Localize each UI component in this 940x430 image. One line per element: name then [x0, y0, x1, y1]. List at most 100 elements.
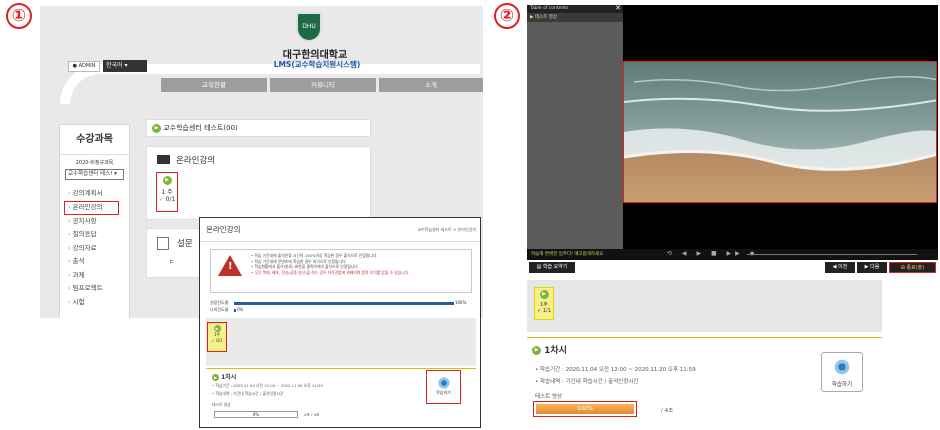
- sidebar-item-team-project[interactable]: 팀프로젝트: [60, 282, 129, 296]
- table-of-contents: Table of contents ✕ ▶ 테스트 영상: [527, 4, 623, 260]
- notice-text: 학습현황에서 출석(완료) 버튼을 클릭하여야 출석으로 인정됩니다.: [254, 264, 359, 270]
- week-box[interactable]: ▶ 1주 ✓ 1/1: [534, 287, 554, 320]
- notice-list: • 학습 기간내에 출석인정 시간의 100%이상 학습한 경우 출석으로 인정…: [251, 253, 409, 275]
- progress-value: 0%: [236, 307, 244, 312]
- playback-icons[interactable]: ⟲ ◀ ▶ ■ ▶▶ ◆: [667, 250, 758, 257]
- divider: [206, 368, 476, 369]
- logo-text: DHU: [302, 23, 316, 30]
- toc-header: Table of contents ✕: [527, 4, 623, 13]
- video-player: Table of contents ✕ ▶ 테스트 영상 학습해 완벽한 멈추다!…: [527, 4, 938, 276]
- study-period: • 학습기간 : 2020.11.04 오전 12:00 ~ 2020.11.2…: [535, 367, 696, 373]
- chapter-text: 1차시: [544, 346, 567, 356]
- chapter-title: ▶ 1차시: [212, 372, 236, 381]
- clipboard-icon: [157, 237, 169, 250]
- player-controls: 학습해 완벽한 멈추다! 매끄럽게하세요 ⟲ ◀ ▶ ■ ▶▶ ◆: [527, 249, 938, 260]
- check-icon: ✓: [158, 196, 164, 203]
- my-progress: 나의진도율 0%: [210, 307, 243, 313]
- lecture-status-panel: ▶ 1주 ✓ 1/1 ▶ 1차시 • 학습기간 : 2020.11.04 오전 …: [527, 280, 884, 430]
- menu-about[interactable]: 소개: [379, 78, 483, 92]
- week-progress-value: 0/1: [165, 196, 176, 203]
- play-icon: ▶: [532, 346, 541, 355]
- breadcrumb: ▶ 교수학습센터 테스트(00): [146, 119, 371, 137]
- chevron-down-icon: ▾: [124, 62, 128, 69]
- week-progress-value: 0/1: [216, 338, 223, 343]
- week-box[interactable]: ▶ 1 주 ✓ 0/1: [156, 172, 178, 212]
- lms-title: LMS(교수학습지원시스템): [273, 60, 361, 69]
- sidebar-item-exam[interactable]: 시험: [60, 296, 129, 310]
- popup-header: 온라인강의 교수학습센터 테스트 > 온라인강의: [200, 218, 480, 242]
- study-button-label: 학습하기: [831, 382, 853, 388]
- progress-bar-empty: [233, 308, 236, 312]
- play-icon: ▶: [152, 123, 161, 133]
- prev-label: 이전: [838, 264, 848, 270]
- week-progress: ✓ 0/1: [211, 338, 223, 343]
- eye-icon: [436, 377, 451, 389]
- study-button[interactable]: 학습하기: [821, 352, 863, 392]
- play-icon: ▶: [162, 176, 172, 185]
- divider: [527, 337, 882, 338]
- seek-bar[interactable]: [747, 254, 917, 255]
- sidebar-item-assignment[interactable]: 과제: [60, 269, 129, 283]
- content-time: / 4초: [661, 408, 674, 414]
- exclamation-mark: !: [228, 261, 233, 272]
- toc-title: Table of contents: [530, 6, 569, 11]
- close-summary-button[interactable]: ▤ 학습 요약기: [529, 262, 575, 273]
- study-record: • 학습내역 : 기간내 학습시간 / 출석인정시간: [212, 391, 284, 396]
- course-select[interactable]: 교수학습센터 테스! ▾: [65, 169, 124, 180]
- week-label: 1주: [540, 302, 548, 308]
- study-button-label: 학습하기: [436, 390, 451, 395]
- player-button-bar: ▤ 학습 요약기 ◀ 이전 ▶ 다음 ⊞ 종료(출): [527, 260, 938, 276]
- user-icon: ●: [72, 63, 77, 69]
- content-time: 0초 / 4초: [304, 412, 320, 417]
- sidebar-item-materials[interactable]: 강의자료: [60, 242, 129, 256]
- week-progress: ✓ 1/1: [537, 308, 551, 314]
- sidebar-item-qna[interactable]: 질의응답: [60, 228, 129, 242]
- progress-label: 나의진도율: [210, 307, 229, 312]
- study-record-text: 학습내역 : 기간내 학습시간 / 출석인정시간: [540, 379, 639, 385]
- online-lecture-card: 온라인강의 ▶ 1 주 ✓ 0/1: [146, 146, 371, 220]
- menu-community[interactable]: 커뮤니티: [270, 78, 376, 92]
- progress-label: 권장진도율: [210, 300, 229, 305]
- breadcrumb-text: 교수학습센터 테스트(00): [163, 124, 238, 132]
- toc-item-label: 테스트 영상: [534, 15, 558, 20]
- sidebar-item-online-lecture[interactable]: 온라인강의: [64, 200, 119, 215]
- study-record: • 학습내역 : 기간내 학습시간 / 출석인정시간: [535, 379, 639, 385]
- content-name: 테스트 영상: [535, 394, 563, 400]
- section-title: 온라인강의: [176, 156, 216, 166]
- close-icon[interactable]: ✕: [615, 4, 621, 12]
- progress-value: 100%: [454, 300, 467, 305]
- week-label: 1 주: [161, 189, 173, 196]
- notice-line: • 무단 복제, 배포, 전송(공중 송신)을 하는 경우 저작권법에 위배되며…: [251, 269, 410, 275]
- eye-icon: [833, 359, 851, 375]
- step-1-label: ①: [6, 3, 32, 29]
- study-button[interactable]: 학습하기: [426, 370, 461, 404]
- sidebar-item-notice[interactable]: 공지사항: [60, 215, 129, 229]
- university-logo: DHU: [296, 12, 322, 42]
- play-icon: ▶: [212, 374, 219, 381]
- study-period-text: 학습기간 : 2020.11.04 오전 12:00 ~ 2020.11.05 …: [215, 383, 323, 388]
- sidebar-item-syllabus[interactable]: 강의계획서: [60, 187, 129, 201]
- toc-item[interactable]: ▶ 테스트 영상: [527, 13, 623, 22]
- play-icon: ▶: [539, 290, 549, 299]
- notice-text: 학습 기간내에 출석인정 시간의 100%이상 학습한 경우 출석으로 인정됩니…: [254, 253, 378, 258]
- week-box[interactable]: ▶ 1주 ✓ 0/1: [207, 322, 227, 352]
- language-select[interactable]: 한국어 ▾: [103, 60, 147, 72]
- popup-breadcrumb: 교수학습센터 테스트 > 온라인강의: [417, 227, 476, 232]
- notice-box: ! • 학습 기간내에 출석인정 시간의 100%이상 학습한 경우 출석으로 …: [210, 249, 472, 293]
- sidebar-item-attendance[interactable]: 출석: [60, 255, 129, 269]
- beach-video-image: [624, 62, 936, 202]
- complete-button[interactable]: ⊞ 종료(출): [889, 262, 936, 273]
- close-summary-label: 학습 요약기: [542, 264, 568, 270]
- video-frame[interactable]: [623, 61, 937, 203]
- admin-button[interactable]: ● ADMIN: [68, 61, 100, 72]
- menu-education[interactable]: 교육현황: [161, 78, 267, 92]
- survey-sub: ㄷ: [169, 259, 175, 266]
- content-progress-bar: 100%: [533, 401, 637, 417]
- control-message: 학습해 완벽한 멈추다! 매끄럽게하세요: [531, 252, 604, 257]
- study-record-text: 학습내역 : 기간내 학습시간 / 출석인정시간: [215, 391, 284, 396]
- content-name: 테스트 영상: [212, 402, 231, 407]
- week-area: [206, 318, 476, 366]
- prev-button[interactable]: ◀ 이전: [825, 262, 855, 273]
- next-button[interactable]: ▶ 다음: [857, 262, 887, 273]
- popup-title: 온라인강의: [206, 225, 241, 234]
